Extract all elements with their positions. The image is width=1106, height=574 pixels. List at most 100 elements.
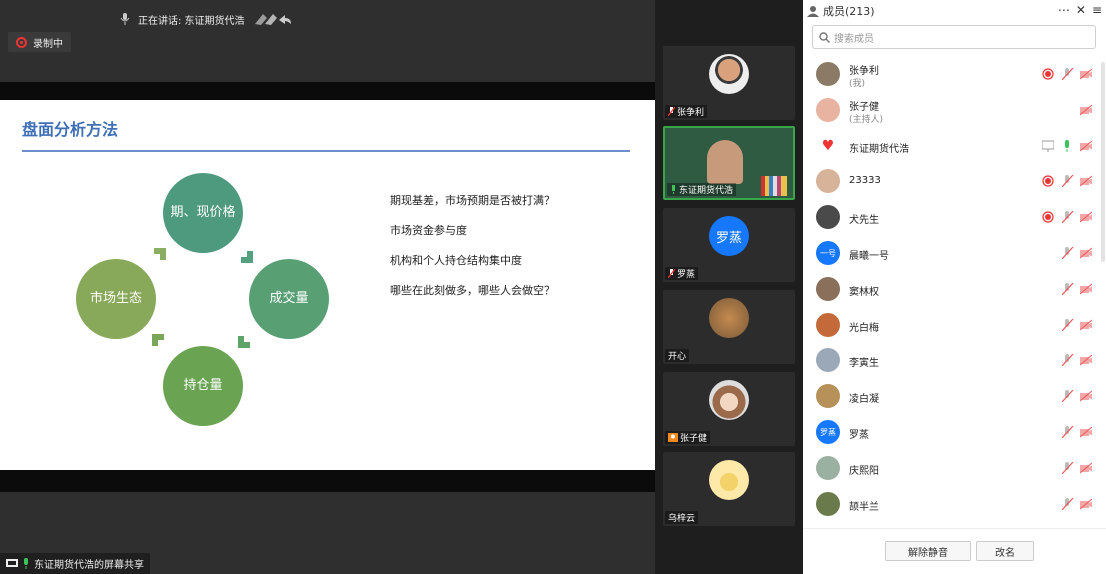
camera-off-icon[interactable]: [1080, 104, 1092, 116]
camera-off-icon[interactable]: [1080, 68, 1092, 80]
shared-screen-area: 正在讲话: 东证期货代浩 录制中 盘面分析方法 期、现价格 成交量 持仓量 市场…: [0, 0, 655, 574]
mic-muted-icon[interactable]: [1062, 175, 1074, 188]
menu-icon[interactable]: ≡: [1092, 3, 1102, 17]
mic-muted-icon[interactable]: [1062, 497, 1074, 510]
letterbox-top: [0, 82, 655, 100]
camera-off-icon[interactable]: [1080, 498, 1092, 510]
avatar: [816, 491, 840, 516]
photo-icon: [709, 298, 749, 338]
camera-off-icon[interactable]: [1080, 390, 1092, 402]
video-tile[interactable]: 乌梓云: [663, 452, 795, 526]
video-tile[interactable]: 张子健: [663, 372, 795, 446]
camera-off-icon[interactable]: [1080, 247, 1092, 259]
camera-off-icon[interactable]: [1080, 354, 1092, 366]
avatar: [816, 276, 840, 301]
member-row[interactable]: 23333: [803, 163, 1106, 199]
mic-muted-icon: [668, 269, 675, 278]
recording-badge[interactable]: 录制中: [8, 32, 71, 52]
mic-muted-icon[interactable]: [1062, 354, 1074, 367]
unmute-button[interactable]: 解除静音: [885, 541, 971, 561]
screen-share-icon: [1042, 140, 1054, 152]
hands-icon: [254, 14, 291, 25]
mic-muted-icon[interactable]: [1062, 282, 1074, 295]
member-name: 晨曦一号: [849, 251, 889, 262]
avatar: [816, 348, 840, 373]
recording-label: 录制中: [33, 38, 63, 50]
video-tile[interactable]: 开心: [663, 290, 795, 364]
mic-muted-icon[interactable]: [1062, 390, 1074, 403]
more-options-icon[interactable]: ⋯: [1058, 3, 1070, 17]
microphone-icon: [120, 13, 130, 25]
host-icon: [668, 433, 678, 442]
close-icon[interactable]: ✕: [1076, 3, 1086, 17]
member-row[interactable]: 张争利 (我): [803, 56, 1106, 92]
mic-muted-icon[interactable]: [1062, 461, 1074, 474]
mic-muted-icon[interactable]: [1062, 211, 1074, 224]
search-placeholder: 搜索成员: [834, 33, 874, 45]
bookshelf-icon: [761, 176, 787, 196]
bullet-item: 期现基差，市场预期是否被打满？: [390, 194, 555, 207]
mic-muted-icon[interactable]: [1062, 426, 1074, 438]
member-search[interactable]: 搜索成员: [812, 25, 1096, 49]
node-market-ecology: 市场生态: [76, 259, 156, 339]
member-row[interactable]: 李寅生: [803, 342, 1106, 378]
member-row[interactable]: ♥ 东证期货代浩: [803, 128, 1106, 164]
camera-off-icon[interactable]: [1080, 211, 1092, 223]
node-price: 期、现价格: [163, 173, 243, 253]
camera-off-icon[interactable]: [1080, 426, 1092, 438]
member-row[interactable]: 一号 晨曦一号: [803, 235, 1106, 271]
mic-muted-icon[interactable]: [1062, 318, 1074, 331]
camera-off-icon[interactable]: [1080, 140, 1092, 152]
member-name: 光白梅: [849, 322, 879, 334]
microphone-icon: [672, 185, 675, 194]
recording-icon: [1042, 68, 1054, 80]
member-name: 颉半兰: [849, 501, 879, 513]
arrow-up-left-icon: [152, 334, 170, 352]
member-name: 庆熙阳: [849, 465, 879, 477]
member-name: 罗蒸: [849, 430, 869, 441]
avatar: 一号: [816, 241, 840, 265]
member-row[interactable]: 庆熙阳: [803, 450, 1106, 486]
rename-button[interactable]: 改名: [976, 541, 1034, 561]
video-tile[interactable]: 罗蒸 罗蒸: [663, 208, 795, 282]
camera-off-icon[interactable]: [1080, 283, 1092, 295]
avatar-text: 罗蒸: [709, 216, 749, 256]
mic-muted-icon[interactable]: [1062, 68, 1074, 80]
recording-icon: [1042, 175, 1054, 187]
avatar: [816, 62, 840, 86]
member-name: 东证期货代浩: [849, 143, 909, 155]
bullet-item: 机构和个人持仓结构集中度: [390, 254, 522, 267]
avatar: [816, 312, 840, 337]
speaking-text: 正在讲话: 东证期货代浩: [138, 15, 245, 27]
member-role: (我): [849, 79, 866, 89]
microphone-icon[interactable]: [1062, 139, 1074, 152]
arrow-down-right-icon: [235, 245, 253, 263]
camera-off-icon[interactable]: [1080, 462, 1092, 474]
record-icon: [16, 36, 27, 48]
member-row[interactable]: 罗蒸 罗蒸: [803, 414, 1106, 450]
members-icon: [807, 6, 819, 17]
member-row[interactable]: 颉半兰: [803, 486, 1106, 522]
member-row[interactable]: 犬先生: [803, 199, 1106, 235]
video-tile[interactable]: 张争利: [663, 46, 795, 120]
panel-controls: ⋯ ✕ ≡: [1058, 3, 1102, 17]
member-role: (主持人): [849, 114, 884, 125]
member-name: 张争利: [849, 66, 879, 77]
video-gallery: 张争利 东证期货代浩 罗蒸 罗蒸 开心 张子健 乌梓云: [655, 0, 803, 574]
member-row[interactable]: 凌白凝: [803, 378, 1106, 414]
avatar: [816, 205, 840, 230]
mic-muted-icon[interactable]: [1062, 247, 1074, 259]
search-icon: [819, 31, 830, 43]
arrow-up-right-icon: [148, 248, 166, 266]
avatar: 罗蒸: [816, 420, 840, 444]
member-row[interactable]: 光白梅: [803, 307, 1106, 343]
member-row[interactable]: 张子健 (主持人): [803, 92, 1106, 128]
member-name: 犬先生: [849, 215, 879, 227]
video-tile-active[interactable]: 东证期货代浩: [663, 126, 795, 200]
camera-off-icon[interactable]: [1080, 175, 1092, 187]
arrow-down-left-icon: [238, 330, 256, 348]
tile-name: 乌梓云: [665, 511, 699, 524]
camera-off-icon[interactable]: [1080, 319, 1092, 331]
screen-share-label[interactable]: 东证期货代浩的屏幕共享: [0, 553, 150, 574]
member-row[interactable]: 窦林权: [803, 271, 1106, 307]
